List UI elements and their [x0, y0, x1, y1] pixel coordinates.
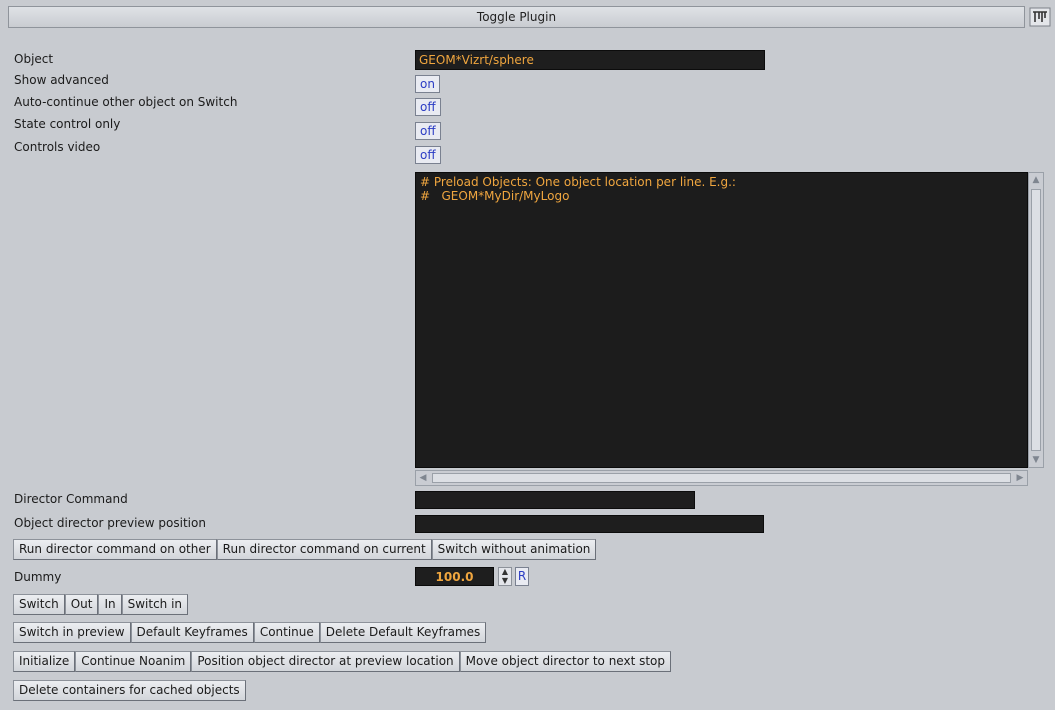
textarea-vertical-scrollbar[interactable]: ▲ ▼ — [1028, 172, 1044, 468]
plugin-logo-icon[interactable] — [1028, 6, 1052, 28]
vertical-scroll-thumb[interactable] — [1031, 189, 1041, 451]
director-command-label: Director Command — [14, 492, 128, 506]
switch-in-preview-button[interactable]: Switch in preview — [13, 622, 131, 643]
director-command-field[interactable] — [415, 491, 695, 509]
in-button[interactable]: In — [98, 594, 122, 615]
window-title: Toggle Plugin — [476, 10, 557, 24]
object-field[interactable]: GEOM*Vizrt/sphere — [415, 50, 765, 70]
run-director-on-other-button[interactable]: Run director command on other — [13, 539, 217, 560]
preload-line: # GEOM*MyDir/MyLogo — [420, 189, 570, 203]
initialize-button-row: Initialize Continue Noanim Position obje… — [13, 651, 672, 672]
director-button-row: Run director command on other Run direct… — [13, 539, 597, 560]
dummy-value-field[interactable]: 100.0 — [415, 567, 494, 586]
scroll-up-icon[interactable]: ▲ — [1030, 174, 1042, 186]
switch-button[interactable]: Switch — [13, 594, 65, 615]
run-director-on-current-button[interactable]: Run director command on current — [216, 539, 432, 560]
initialize-button[interactable]: Initialize — [13, 651, 76, 672]
scroll-right-icon[interactable]: ▶ — [1014, 472, 1026, 484]
default-keyframes-button[interactable]: Default Keyframes — [130, 622, 254, 643]
horizontal-scroll-thumb[interactable] — [432, 473, 1011, 483]
reset-button[interactable]: R — [515, 567, 529, 586]
dummy-label: Dummy — [14, 570, 62, 584]
out-button[interactable]: Out — [64, 594, 99, 615]
window-titlebar: Toggle Plugin — [8, 6, 1025, 28]
switch-in-button[interactable]: Switch in — [121, 594, 189, 615]
object-label: Object — [14, 52, 54, 66]
preload-objects-textarea[interactable]: # Preload Objects: One object location p… — [415, 172, 1028, 468]
move-director-next-stop-button[interactable]: Move object director to next stop — [459, 651, 672, 672]
keyframe-button-row: Switch in preview Default Keyframes Cont… — [13, 622, 487, 643]
preview-position-label: Object director preview position — [14, 516, 206, 530]
textarea-horizontal-scrollbar[interactable]: ◀ ▶ — [415, 470, 1028, 486]
auto-continue-toggle[interactable]: off — [415, 98, 441, 116]
continue-noanim-button[interactable]: Continue Noanim — [75, 651, 192, 672]
position-director-at-preview-button[interactable]: Position object director at preview loca… — [191, 651, 460, 672]
delete-default-keyframes-button[interactable]: Delete Default Keyframes — [319, 622, 487, 643]
controls-video-toggle[interactable]: off — [415, 146, 441, 164]
show-advanced-label: Show advanced — [14, 73, 109, 87]
preview-position-field[interactable] — [415, 515, 764, 533]
dummy-spinner[interactable]: ▲ ▼ — [498, 567, 512, 586]
state-control-toggle[interactable]: off — [415, 122, 441, 140]
switch-without-animation-button[interactable]: Switch without animation — [431, 539, 597, 560]
auto-continue-label: Auto-continue other object on Switch — [14, 95, 238, 109]
continue-button[interactable]: Continue — [253, 622, 320, 643]
show-advanced-toggle[interactable]: on — [415, 75, 440, 93]
scroll-left-icon[interactable]: ◀ — [417, 472, 429, 484]
spin-down-icon[interactable]: ▼ — [499, 576, 511, 586]
delete-cached-containers-button[interactable]: Delete containers for cached objects — [13, 680, 246, 701]
switch-button-row: Switch Out In Switch in — [13, 594, 189, 615]
controls-video-label: Controls video — [14, 140, 101, 154]
state-control-label: State control only — [14, 117, 121, 131]
cache-button-row: Delete containers for cached objects — [13, 680, 246, 701]
preload-line: # Preload Objects: One object location p… — [420, 175, 736, 189]
scroll-down-icon[interactable]: ▼ — [1030, 454, 1042, 466]
